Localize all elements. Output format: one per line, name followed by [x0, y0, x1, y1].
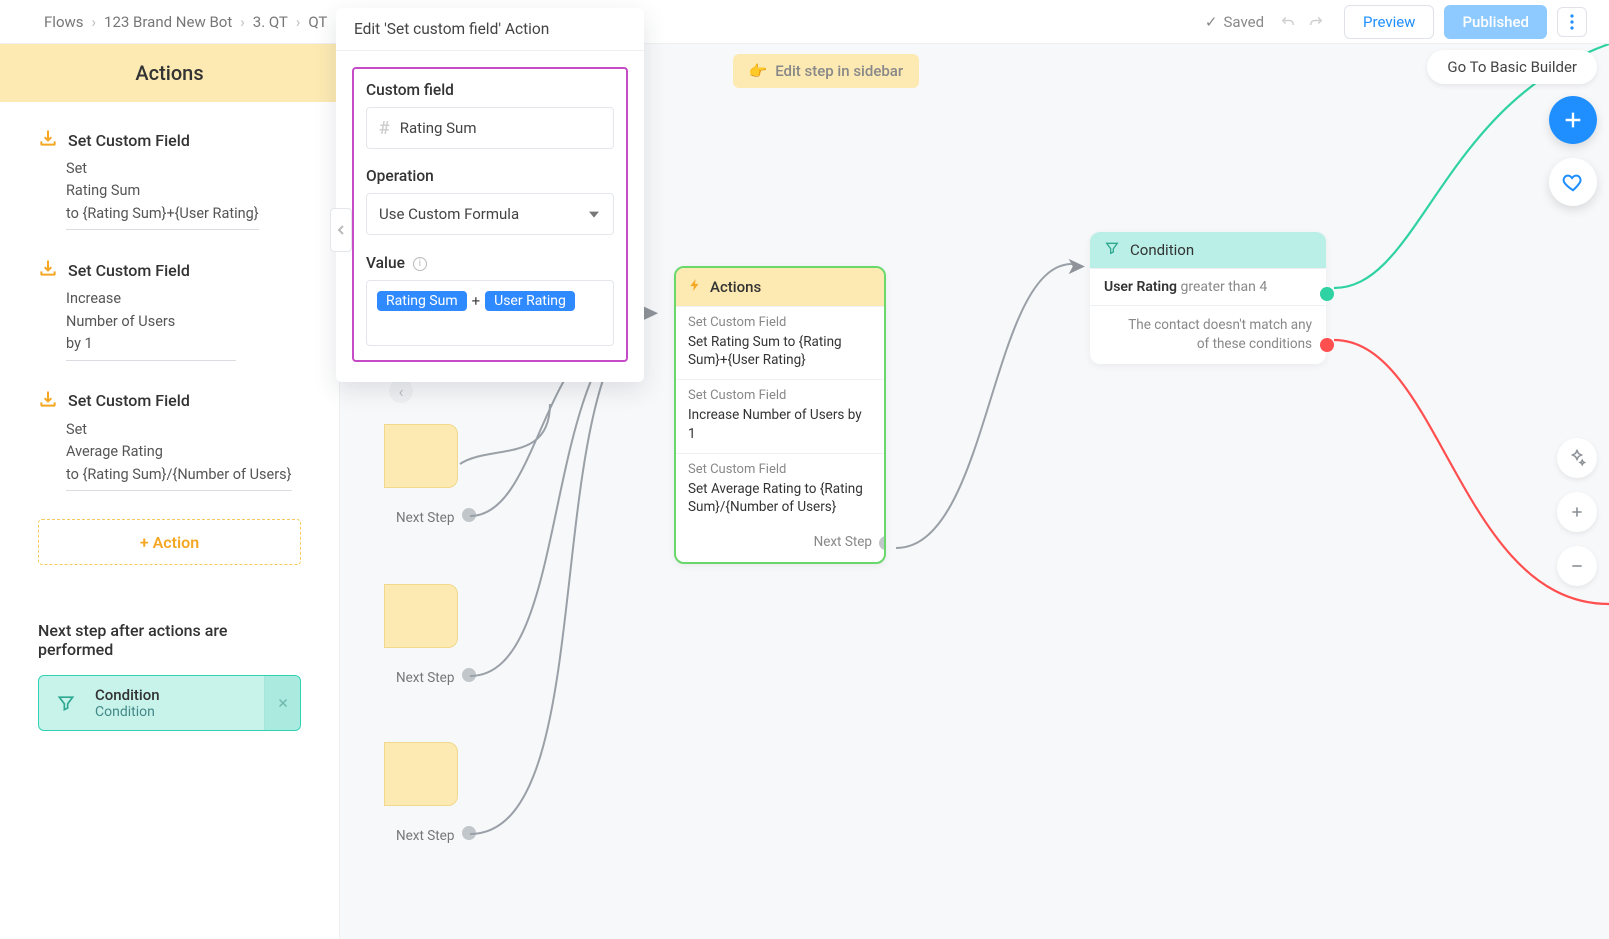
true-output-dot[interactable] [1320, 287, 1334, 301]
custom-field-input[interactable]: # Rating Sum [366, 107, 614, 149]
next-step-heading: Next step after actions are performed [38, 621, 301, 659]
value-formula-input[interactable]: Rating Sum + User Rating [366, 280, 614, 346]
next-step-condition-chip[interactable]: Condition Condition [38, 675, 301, 731]
action-description: Increase Number of Users by 1 [66, 288, 236, 360]
action-item[interactable]: Set Custom Field Increase Number of User… [38, 258, 301, 360]
action-item[interactable]: Set Custom Field Set Average Rating to {… [38, 389, 301, 491]
remove-condition-button[interactable] [264, 676, 300, 730]
add-action-button[interactable]: + Action [38, 519, 301, 565]
action-item[interactable]: Set Custom Field Set Rating Sum to {Rati… [38, 128, 301, 230]
bolt-icon [688, 276, 702, 298]
preview-button[interactable]: Preview [1344, 5, 1434, 39]
edit-step-in-sidebar-button[interactable]: 👉 Edit step in sidebar [733, 54, 920, 88]
breadcrumb-sep-icon: › [240, 13, 245, 31]
breadcrumb-current[interactable]: QT [308, 13, 327, 31]
number-icon: # [379, 118, 390, 139]
breadcrumb-bot[interactable]: 123 Brand New Bot [104, 13, 232, 31]
action-section-body: Set Average Rating to {Rating Sum}/{Numb… [688, 480, 872, 516]
connection-dot[interactable] [879, 536, 886, 550]
redo-button[interactable] [1302, 8, 1330, 36]
go-to-basic-builder-button[interactable]: Go To Basic Builder [1427, 50, 1597, 84]
saved-label: Saved [1224, 13, 1265, 31]
breadcrumb-sep-icon: › [92, 13, 97, 31]
sidebar: Actions Set Custom Field Set Rating Sum … [0, 44, 340, 939]
condition-card-title: Condition [1130, 241, 1194, 259]
formula-operator: + [472, 292, 481, 310]
custom-field-label: Custom field [366, 81, 614, 99]
zoom-out-button[interactable] [1557, 546, 1597, 586]
auto-layout-button[interactable] [1557, 438, 1597, 478]
false-output-dot[interactable] [1320, 338, 1334, 352]
set-field-icon [38, 389, 58, 413]
condition-node-card[interactable]: Condition User Rating greater than 4 The… [1090, 232, 1326, 364]
filter-icon [1104, 240, 1120, 260]
action-section-title: Set Custom Field [688, 388, 872, 403]
published-button[interactable]: Published [1444, 5, 1547, 39]
operation-label: Operation [366, 167, 614, 185]
more-menu-button[interactable] [1557, 7, 1587, 37]
action-description: Set Average Rating to {Rating Sum}/{Numb… [66, 419, 292, 491]
flow-node-stub[interactable] [384, 584, 458, 648]
undo-button[interactable] [1274, 8, 1302, 36]
filter-icon [53, 690, 79, 716]
next-step-label: Next Step [396, 510, 454, 526]
add-node-fab[interactable] [1549, 96, 1597, 144]
breadcrumb-flows[interactable]: Flows [44, 13, 84, 31]
value-label: Value [366, 254, 405, 272]
breadcrumb-qt[interactable]: 3. QT [253, 13, 288, 31]
saved-indicator: ✓ Saved [1205, 13, 1264, 31]
condition-title: Condition [95, 686, 160, 704]
connection-dot[interactable] [462, 508, 476, 522]
favorite-fab[interactable] [1549, 158, 1597, 206]
check-icon: ✓ [1205, 13, 1218, 31]
next-step-label: Next Step [396, 670, 454, 686]
next-step-label: Next Step [396, 828, 454, 844]
operation-select[interactable]: Use Custom Formula [366, 193, 614, 235]
action-section-body: Set Rating Sum to {Rating Sum}+{User Rat… [688, 333, 872, 369]
flow-node-stub[interactable]: ‹ [384, 424, 458, 488]
condition-else: The contact doesn't match any of these c… [1090, 305, 1326, 364]
action-section-title: Set Custom Field [688, 315, 872, 330]
action-title: Set Custom Field [68, 131, 190, 150]
flow-node-stub[interactable] [384, 742, 458, 806]
formula-tag[interactable]: Rating Sum [377, 291, 467, 311]
condition-subtitle: Condition [95, 704, 160, 720]
action-title: Set Custom Field [68, 391, 190, 410]
collapse-sidebar-button[interactable] [330, 208, 352, 252]
info-icon[interactable]: i [413, 257, 427, 271]
arrow-right-icon: ➤ [1066, 252, 1086, 280]
action-section-title: Set Custom Field [688, 462, 872, 477]
pointing-hand-icon: 👉 [749, 62, 768, 80]
action-title: Set Custom Field [68, 261, 190, 280]
actions-card-title: Actions [710, 278, 761, 296]
condition-rule[interactable]: User Rating greater than 4 [1090, 268, 1326, 305]
breadcrumb-sep-icon: › [296, 13, 301, 31]
action-section-body: Increase Number of Users by 1 [688, 406, 872, 442]
set-field-icon [38, 128, 58, 152]
connection-dot[interactable] [462, 668, 476, 682]
connection-dot[interactable] [462, 826, 476, 840]
action-description: Set Rating Sum to {Rating Sum}+{User Rat… [66, 158, 259, 230]
actions-node-card[interactable]: Actions Set Custom Field Set Rating Sum … [674, 266, 886, 564]
sidebar-title: Actions [0, 44, 339, 102]
edit-panel-header: Edit 'Set custom field' Action [336, 8, 644, 51]
custom-field-value: Rating Sum [400, 119, 477, 137]
zoom-in-button[interactable] [1557, 492, 1597, 532]
top-bar: Flows › 123 Brand New Bot › 3. QT › QT ✓… [0, 0, 1609, 44]
operation-value: Use Custom Formula [379, 205, 519, 223]
edit-action-panel: Edit 'Set custom field' Action Custom fi… [336, 8, 644, 382]
formula-tag[interactable]: User Rating [485, 291, 575, 311]
next-step-label: Next Step [814, 534, 872, 550]
set-field-icon [38, 258, 58, 282]
chevron-left-icon[interactable]: ‹ [389, 379, 413, 403]
